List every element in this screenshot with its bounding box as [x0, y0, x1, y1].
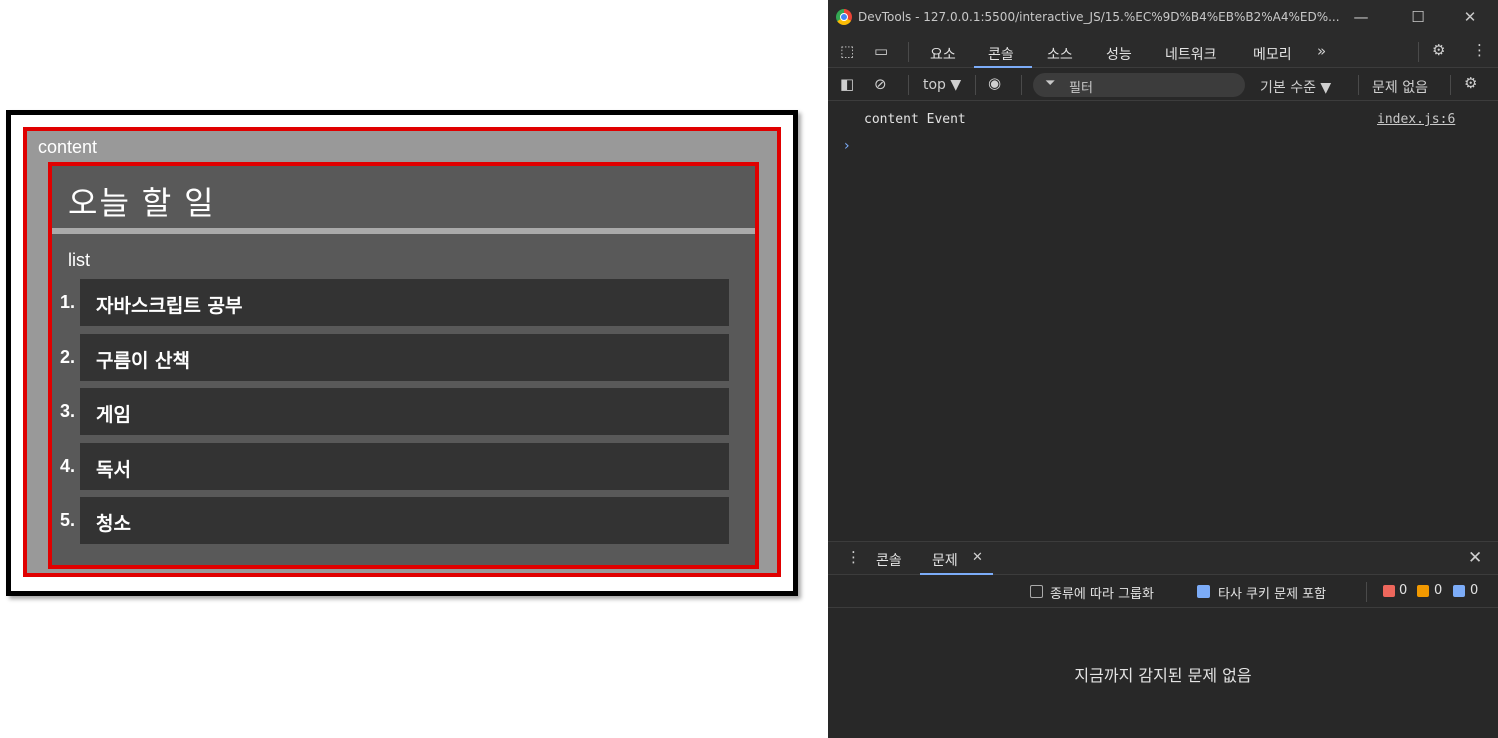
info-icon — [1453, 585, 1465, 597]
minimize-button[interactable]: — — [1351, 8, 1371, 26]
clear-console-icon[interactable]: ⊘ — [874, 75, 887, 93]
main-tabs-bar: ⬚ ▭ 요소 콘솔 소스 성능 네트워크 메모리 » ⚙ ⋮ — [828, 36, 1498, 68]
devtools-window: DevTools - 127.0.0.1:5500/interactive_JS… — [828, 0, 1498, 738]
list-item-text: 독서 — [96, 459, 131, 481]
console-output[interactable]: content Event index.js:6 › — [828, 102, 1498, 540]
list-item[interactable]: 2. 구름이 산책 — [52, 334, 732, 382]
list-item-number: 2. — [60, 347, 76, 367]
list-item-number: 4. — [60, 456, 76, 476]
drawer-menu-icon[interactable]: ⋮ — [846, 548, 861, 566]
error-icon — [1383, 585, 1395, 597]
page-preview: content 오늘 할 일 list 1. 자바스크립트 공부 2. 구름이 … — [6, 110, 798, 596]
filter-placeholder: 필터 — [1069, 81, 1093, 96]
drawer-tabs-bar: ⋮ 콘솔 문제 ✕ ✕ — [828, 541, 1498, 575]
window-title: DevTools - 127.0.0.1:5500/interactive_JS… — [858, 10, 1340, 24]
info-count: 0 — [1470, 583, 1479, 598]
inspect-element-icon[interactable]: ⬚ — [840, 42, 854, 60]
active-drawer-tab-indicator — [920, 573, 993, 575]
list-item-box[interactable]: 청소 — [80, 497, 729, 544]
issues-toolbar: 종류에 따라 그룹화 타사 쿠키 문제 포함 0 0 0 — [828, 576, 1498, 608]
prompt-chevron-icon[interactable]: › — [844, 138, 850, 154]
devtools-titlebar[interactable]: DevTools - 127.0.0.1:5500/interactive_JS… — [828, 0, 1498, 36]
list-item-box[interactable]: 독서 — [80, 443, 729, 490]
tab-performance[interactable]: 성능 — [1106, 44, 1132, 64]
more-tabs-icon[interactable]: » — [1317, 42, 1326, 60]
filter-icon: ⏷ — [1045, 76, 1056, 91]
filter-input[interactable]: ⏷ 필터 — [1033, 73, 1245, 97]
list-item-box[interactable]: 게임 — [80, 388, 729, 435]
drawer-tab-console[interactable]: 콘솔 — [876, 550, 902, 570]
warning-count: 0 — [1434, 583, 1443, 598]
console-settings-icon[interactable]: ⚙ — [1464, 74, 1477, 92]
list-item-text: 구름이 산책 — [96, 350, 191, 372]
title-divider — [52, 228, 755, 234]
list-item[interactable]: 4. 독서 — [52, 443, 732, 491]
console-toolbar: ◧ ⊘ top ▼ ◉ ⏷ 필터 기본 수준 ▼ 문제 없음 ⚙ — [828, 69, 1498, 101]
content-label: content — [38, 137, 98, 157]
divider — [1366, 582, 1367, 602]
kebab-menu-icon[interactable]: ⋮ — [1472, 41, 1487, 59]
divider — [1358, 75, 1359, 95]
error-count: 0 — [1399, 583, 1408, 598]
third-party-cookie-checkbox[interactable] — [1197, 585, 1210, 598]
close-tab-icon[interactable]: ✕ — [972, 550, 983, 565]
device-toggle-icon[interactable]: ▭ — [874, 42, 888, 60]
warning-icon — [1417, 585, 1429, 597]
list-label: list — [68, 250, 90, 270]
log-source-link[interactable]: index.js:6 — [1377, 112, 1455, 127]
tab-console[interactable]: 콘솔 — [988, 44, 1014, 64]
context-selector[interactable]: top ▼ — [923, 77, 961, 93]
issues-button[interactable]: 문제 없음 — [1372, 77, 1428, 97]
list-item-number: 5. — [60, 510, 76, 530]
todo-container[interactable]: 오늘 할 일 list 1. 자바스크립트 공부 2. 구름이 산책 3. 게임 — [48, 162, 759, 569]
divider — [1021, 75, 1022, 95]
list-item-text: 게임 — [96, 404, 131, 426]
list-item-text: 자바스크립트 공부 — [96, 295, 243, 317]
list-item[interactable]: 3. 게임 — [52, 388, 732, 436]
tab-sources[interactable]: 소스 — [1047, 44, 1073, 64]
list-item-box[interactable]: 자바스크립트 공부 — [80, 279, 729, 326]
close-window-button[interactable]: ✕ — [1460, 8, 1480, 26]
active-tab-indicator — [974, 66, 1032, 68]
divider — [1450, 75, 1451, 95]
drawer-tab-issues[interactable]: 문제 — [932, 550, 958, 570]
sidebar-toggle-icon[interactable]: ◧ — [840, 75, 854, 93]
tab-memory[interactable]: 메모리 — [1253, 44, 1292, 64]
log-level-selector[interactable]: 기본 수준 ▼ — [1260, 77, 1331, 97]
maximize-button[interactable]: ☐ — [1408, 8, 1428, 26]
group-by-kind-label: 종류에 따라 그룹화 — [1050, 587, 1154, 602]
log-message: content Event — [864, 112, 966, 127]
tab-network[interactable]: 네트워크 — [1165, 44, 1217, 64]
todo-title: 오늘 할 일 — [68, 185, 216, 221]
settings-gear-icon[interactable]: ⚙ — [1432, 41, 1445, 59]
list-item[interactable]: 1. 자바스크립트 공부 — [52, 279, 732, 327]
tab-elements[interactable]: 요소 — [930, 44, 956, 64]
content-container[interactable]: content 오늘 할 일 list 1. 자바스크립트 공부 2. 구름이 … — [23, 127, 781, 577]
list-item-number: 1. — [60, 292, 76, 312]
list-item-text: 청소 — [96, 513, 131, 535]
divider — [908, 75, 909, 95]
list-item-number: 3. — [60, 401, 76, 421]
divider — [908, 42, 909, 62]
group-by-kind-checkbox[interactable] — [1030, 585, 1043, 598]
no-issues-message: 지금까지 감지된 문제 없음 — [1074, 666, 1252, 685]
divider — [975, 75, 976, 95]
third-party-cookie-label: 타사 쿠키 문제 포함 — [1218, 587, 1327, 602]
list-item-box[interactable]: 구름이 산책 — [80, 334, 729, 381]
close-drawer-icon[interactable]: ✕ — [1468, 548, 1482, 568]
list-item[interactable]: 5. 청소 — [52, 497, 732, 545]
eye-icon[interactable]: ◉ — [988, 74, 1001, 92]
divider — [1418, 42, 1419, 62]
chrome-icon — [836, 9, 852, 25]
